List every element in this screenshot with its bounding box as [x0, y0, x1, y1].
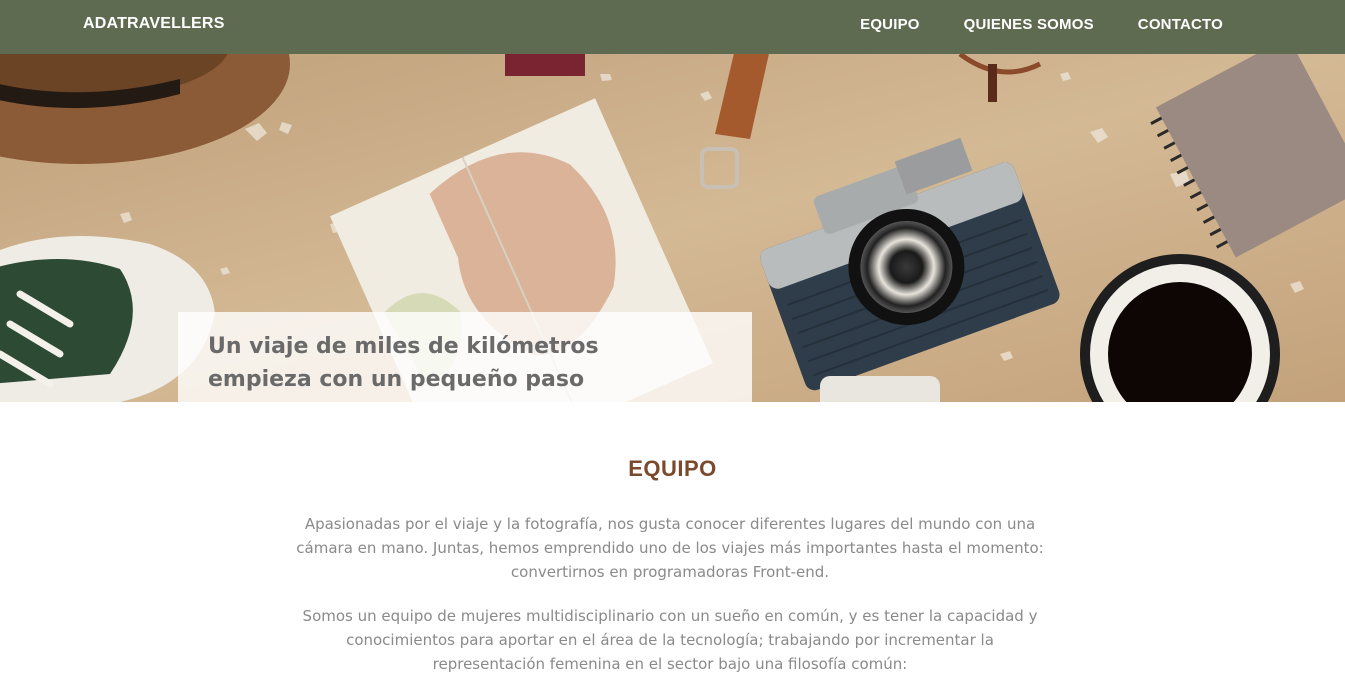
hero-quote-box: Un viaje de miles de kilómetros empieza … — [178, 312, 752, 402]
nav-links: EQUIPO QUIENES SOMOS CONTACTO — [860, 16, 1223, 33]
hero-banner: Un viaje de miles de kilómetros empieza … — [0, 54, 1345, 402]
nav-link-contacto[interactable]: CONTACTO — [1138, 16, 1223, 33]
navbar: ADATRAVELLERS EQUIPO QUIENES SOMOS CONTA… — [0, 0, 1345, 54]
brand-logo-link[interactable]: ADATRAVELLERS — [83, 15, 225, 33]
team-paragraph-2: Somos un equipo de mujeres multidiscipli… — [302, 607, 1038, 673]
section-title-equipo: EQUIPO — [628, 456, 717, 481]
hero-quote: Un viaje de miles de kilómetros empieza … — [208, 334, 599, 392]
nav-link-equipo[interactable]: EQUIPO — [860, 16, 920, 33]
nav-link-quienes-somos[interactable]: QUIENES SOMOS — [964, 16, 1094, 33]
team-paragraph-1: Apasionadas por el viaje y la fotografía… — [296, 515, 1044, 581]
